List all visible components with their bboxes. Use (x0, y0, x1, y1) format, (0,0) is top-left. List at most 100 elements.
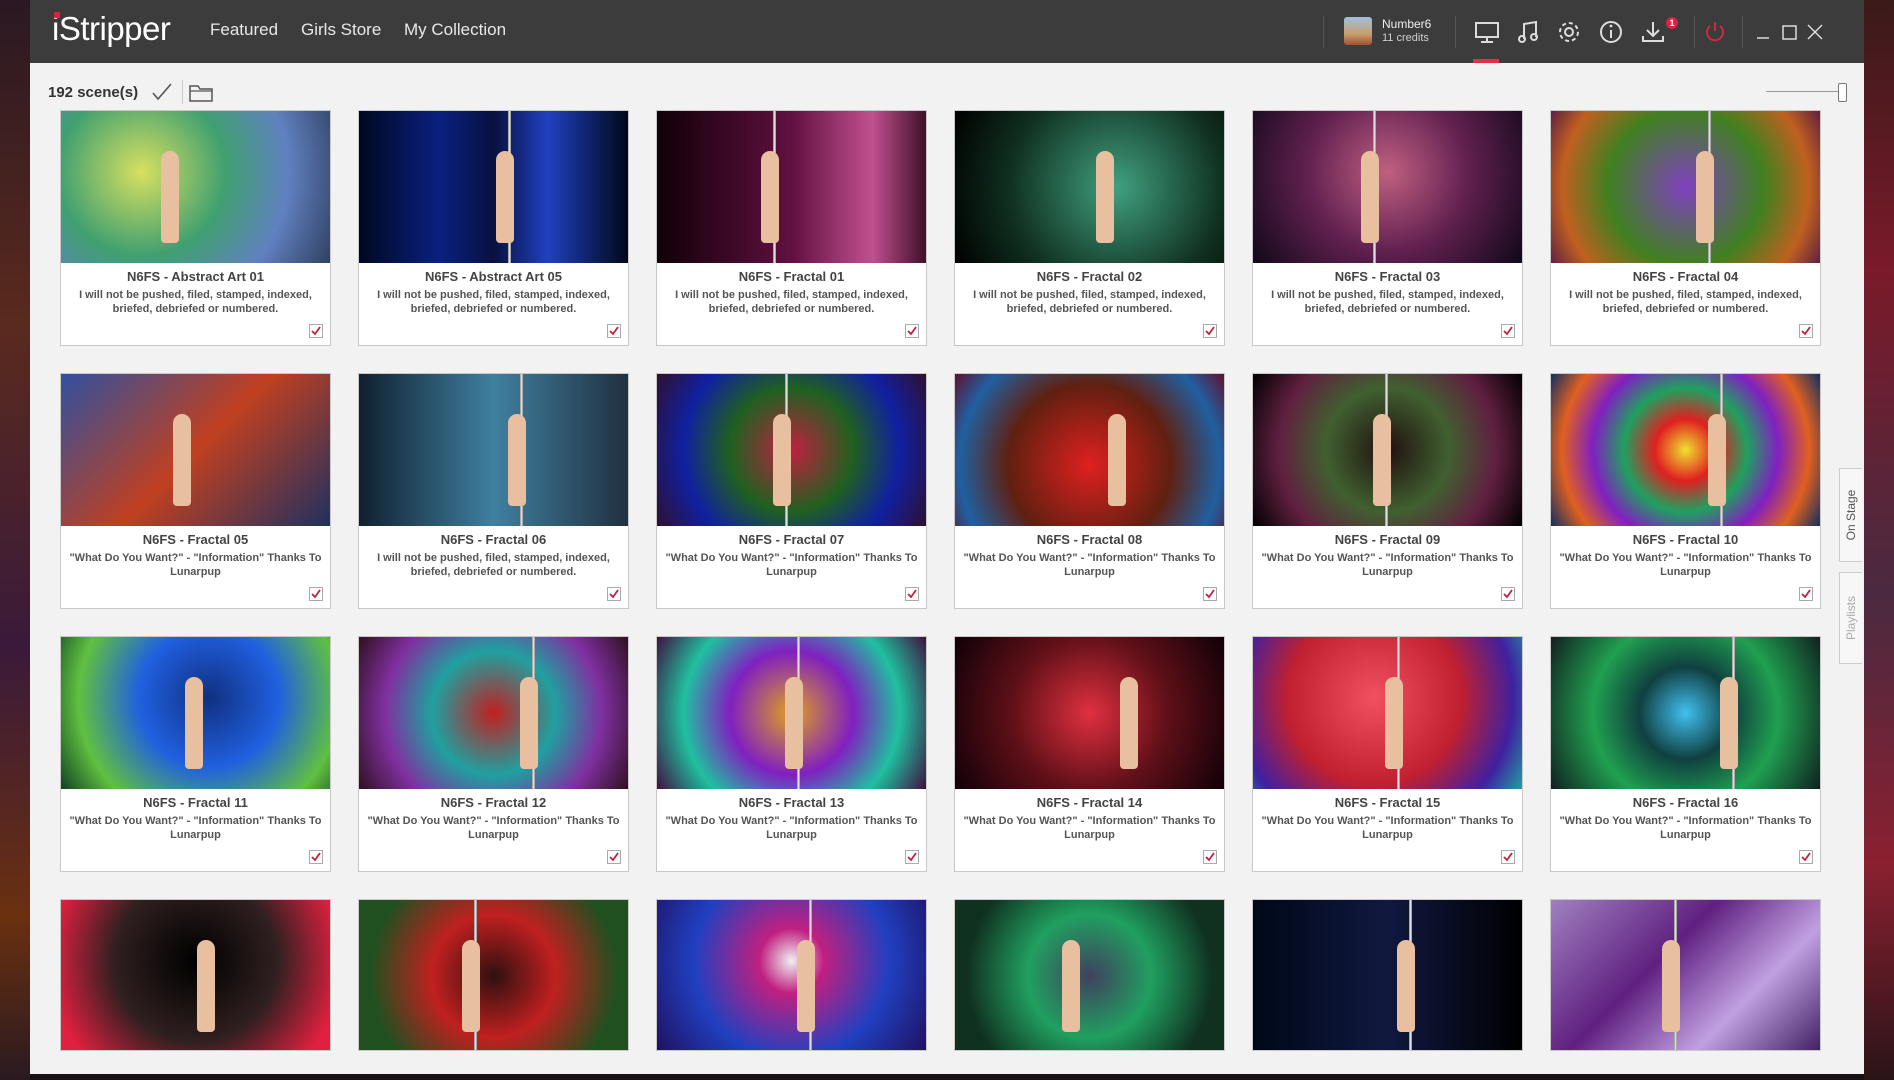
power-icon[interactable] (1701, 18, 1729, 46)
scene-checkbox[interactable] (309, 587, 323, 601)
scene-card[interactable]: N6FS - Fractal 06 I will not be pushed, f… (358, 373, 629, 609)
dancer-figure (185, 677, 203, 769)
scene-card[interactable]: N6FS - Abstract Art 05 I will not be push… (358, 110, 629, 346)
scene-title: N6FS - Fractal 08 (1036, 532, 1143, 547)
scene-thumbnail[interactable] (955, 637, 1224, 789)
scene-thumbnail[interactable] (657, 637, 926, 789)
scene-checkbox[interactable] (1203, 850, 1217, 864)
scene-checkbox[interactable] (607, 587, 621, 601)
scene-card[interactable] (954, 899, 1225, 1051)
scene-checkbox[interactable] (1799, 587, 1813, 601)
scene-thumbnail[interactable] (1253, 111, 1522, 263)
download-icon[interactable] (1639, 18, 1667, 46)
scene-thumbnail[interactable] (359, 111, 628, 263)
scene-card[interactable]: N6FS - Fractal 02 I will not be pushed, f… (954, 110, 1225, 346)
scene-checkbox[interactable] (309, 324, 323, 338)
scene-card[interactable]: N6FS - Fractal 10 "What Do You Want?" - "… (1550, 373, 1821, 609)
scene-thumbnail[interactable] (359, 374, 628, 526)
check-icon (311, 589, 321, 599)
folder-icon[interactable] (188, 82, 214, 104)
scene-thumbnail[interactable] (1253, 637, 1522, 789)
scene-card[interactable] (60, 899, 331, 1051)
scene-thumbnail[interactable] (1253, 374, 1522, 526)
scene-checkbox[interactable] (905, 850, 919, 864)
scene-checkbox[interactable] (905, 587, 919, 601)
scene-thumbnail[interactable] (1551, 637, 1820, 789)
scene-card[interactable] (1550, 899, 1821, 1051)
scene-checkbox[interactable] (1501, 587, 1515, 601)
profile-name[interactable]: Number6 (1382, 17, 1431, 31)
scene-thumbnail[interactable] (955, 900, 1224, 1050)
scene-card[interactable]: N6FS - Fractal 16 "What Do You Want?" - "… (1550, 636, 1821, 872)
check-icon (1205, 326, 1215, 336)
scene-card[interactable]: N6FS - Fractal 01 I will not be pushed, f… (656, 110, 927, 346)
nav-girls-store[interactable]: Girls Store (301, 20, 381, 40)
scene-thumbnail[interactable] (1551, 900, 1820, 1050)
select-all-check-icon[interactable] (150, 80, 174, 104)
desktop-mode-icon[interactable] (1473, 18, 1501, 46)
close-icon[interactable] (1801, 18, 1829, 46)
scene-thumbnail[interactable] (61, 900, 330, 1050)
scene-thumbnail[interactable] (657, 374, 926, 526)
scene-card[interactable]: N6FS - Fractal 14 "What Do You Want?" - "… (954, 636, 1225, 872)
scene-description: "What Do You Want?" - "Information" Than… (665, 815, 918, 841)
scene-card[interactable]: N6FS - Fractal 12 "What Do You Want?" - "… (358, 636, 629, 872)
scene-card[interactable]: N6FS - Fractal 15 "What Do You Want?" - "… (1252, 636, 1523, 872)
scene-thumbnail[interactable] (1551, 111, 1820, 263)
scene-checkbox[interactable] (905, 324, 919, 338)
maximize-icon[interactable] (1775, 18, 1803, 46)
info-icon[interactable] (1597, 18, 1625, 46)
nav-featured[interactable]: Featured (210, 20, 278, 40)
scene-checkbox[interactable] (1203, 324, 1217, 338)
scene-card[interactable] (1252, 899, 1523, 1051)
scene-thumbnail[interactable] (955, 111, 1224, 263)
scene-thumbnail[interactable] (1551, 374, 1820, 526)
scene-card[interactable]: N6FS - Fractal 05 "What Do You Want?" - "… (60, 373, 331, 609)
scene-card[interactable] (358, 899, 629, 1051)
scene-title: N6FS - Fractal 01 (738, 269, 845, 284)
avatar[interactable] (1344, 17, 1372, 45)
minimize-icon[interactable] (1749, 18, 1777, 46)
music-icon[interactable] (1514, 18, 1542, 46)
scene-thumbnail[interactable] (1253, 900, 1522, 1050)
check-icon (1801, 589, 1811, 599)
scene-thumbnail[interactable] (61, 637, 330, 789)
scene-thumbnail[interactable] (359, 900, 628, 1050)
scene-title: N6FS - Fractal 15 (1334, 795, 1441, 810)
scene-card[interactable]: N6FS - Fractal 08 "What Do You Want?" - "… (954, 373, 1225, 609)
slider-handle[interactable] (1838, 83, 1847, 102)
tab-playlists[interactable]: Playlists (1839, 572, 1862, 664)
scene-card[interactable]: N6FS - Fractal 04 I will not be pushed, f… (1550, 110, 1821, 346)
scene-checkbox[interactable] (1501, 324, 1515, 338)
scene-card[interactable]: N6FS - Abstract Art 01 I will not be push… (60, 110, 331, 346)
scene-checkbox[interactable] (1501, 850, 1515, 864)
scene-checkbox[interactable] (607, 324, 621, 338)
scene-checkbox[interactable] (309, 850, 323, 864)
nav-my-collection[interactable]: My Collection (404, 20, 506, 40)
tab-on-stage-label: On Stage (1844, 489, 1858, 541)
tab-on-stage[interactable]: On Stage (1839, 468, 1862, 562)
scene-thumbnail[interactable] (61, 111, 330, 263)
scene-thumbnail[interactable] (359, 637, 628, 789)
scene-card[interactable]: N6FS - Fractal 03 I will not be pushed, f… (1252, 110, 1523, 346)
title-bar: iStripper Featured Girls Store My Collec… (30, 0, 1864, 63)
scene-checkbox[interactable] (1799, 850, 1813, 864)
thumbnail-size-slider[interactable] (1766, 91, 1846, 92)
scene-card[interactable] (656, 899, 927, 1051)
check-icon (1801, 326, 1811, 336)
scene-thumbnail[interactable] (955, 374, 1224, 526)
scene-card[interactable]: N6FS - Fractal 09 "What Do You Want?" - "… (1252, 373, 1523, 609)
scene-thumbnail[interactable] (61, 374, 330, 526)
dancer-figure (496, 151, 514, 243)
desktop-background-left (0, 0, 30, 1080)
gear-icon[interactable] (1555, 18, 1583, 46)
scene-card[interactable]: N6FS - Fractal 07 "What Do You Want?" - "… (656, 373, 927, 609)
scene-card[interactable]: N6FS - Fractal 13 "What Do You Want?" - "… (656, 636, 927, 872)
scene-checkbox[interactable] (607, 850, 621, 864)
scene-checkbox[interactable] (1203, 587, 1217, 601)
scene-thumbnail[interactable] (657, 900, 926, 1050)
scene-card[interactable]: N6FS - Fractal 11 "What Do You Want?" - "… (60, 636, 331, 872)
scene-description: "What Do You Want?" - "Information" Than… (69, 815, 322, 841)
scene-checkbox[interactable] (1799, 324, 1813, 338)
scene-thumbnail[interactable] (657, 111, 926, 263)
